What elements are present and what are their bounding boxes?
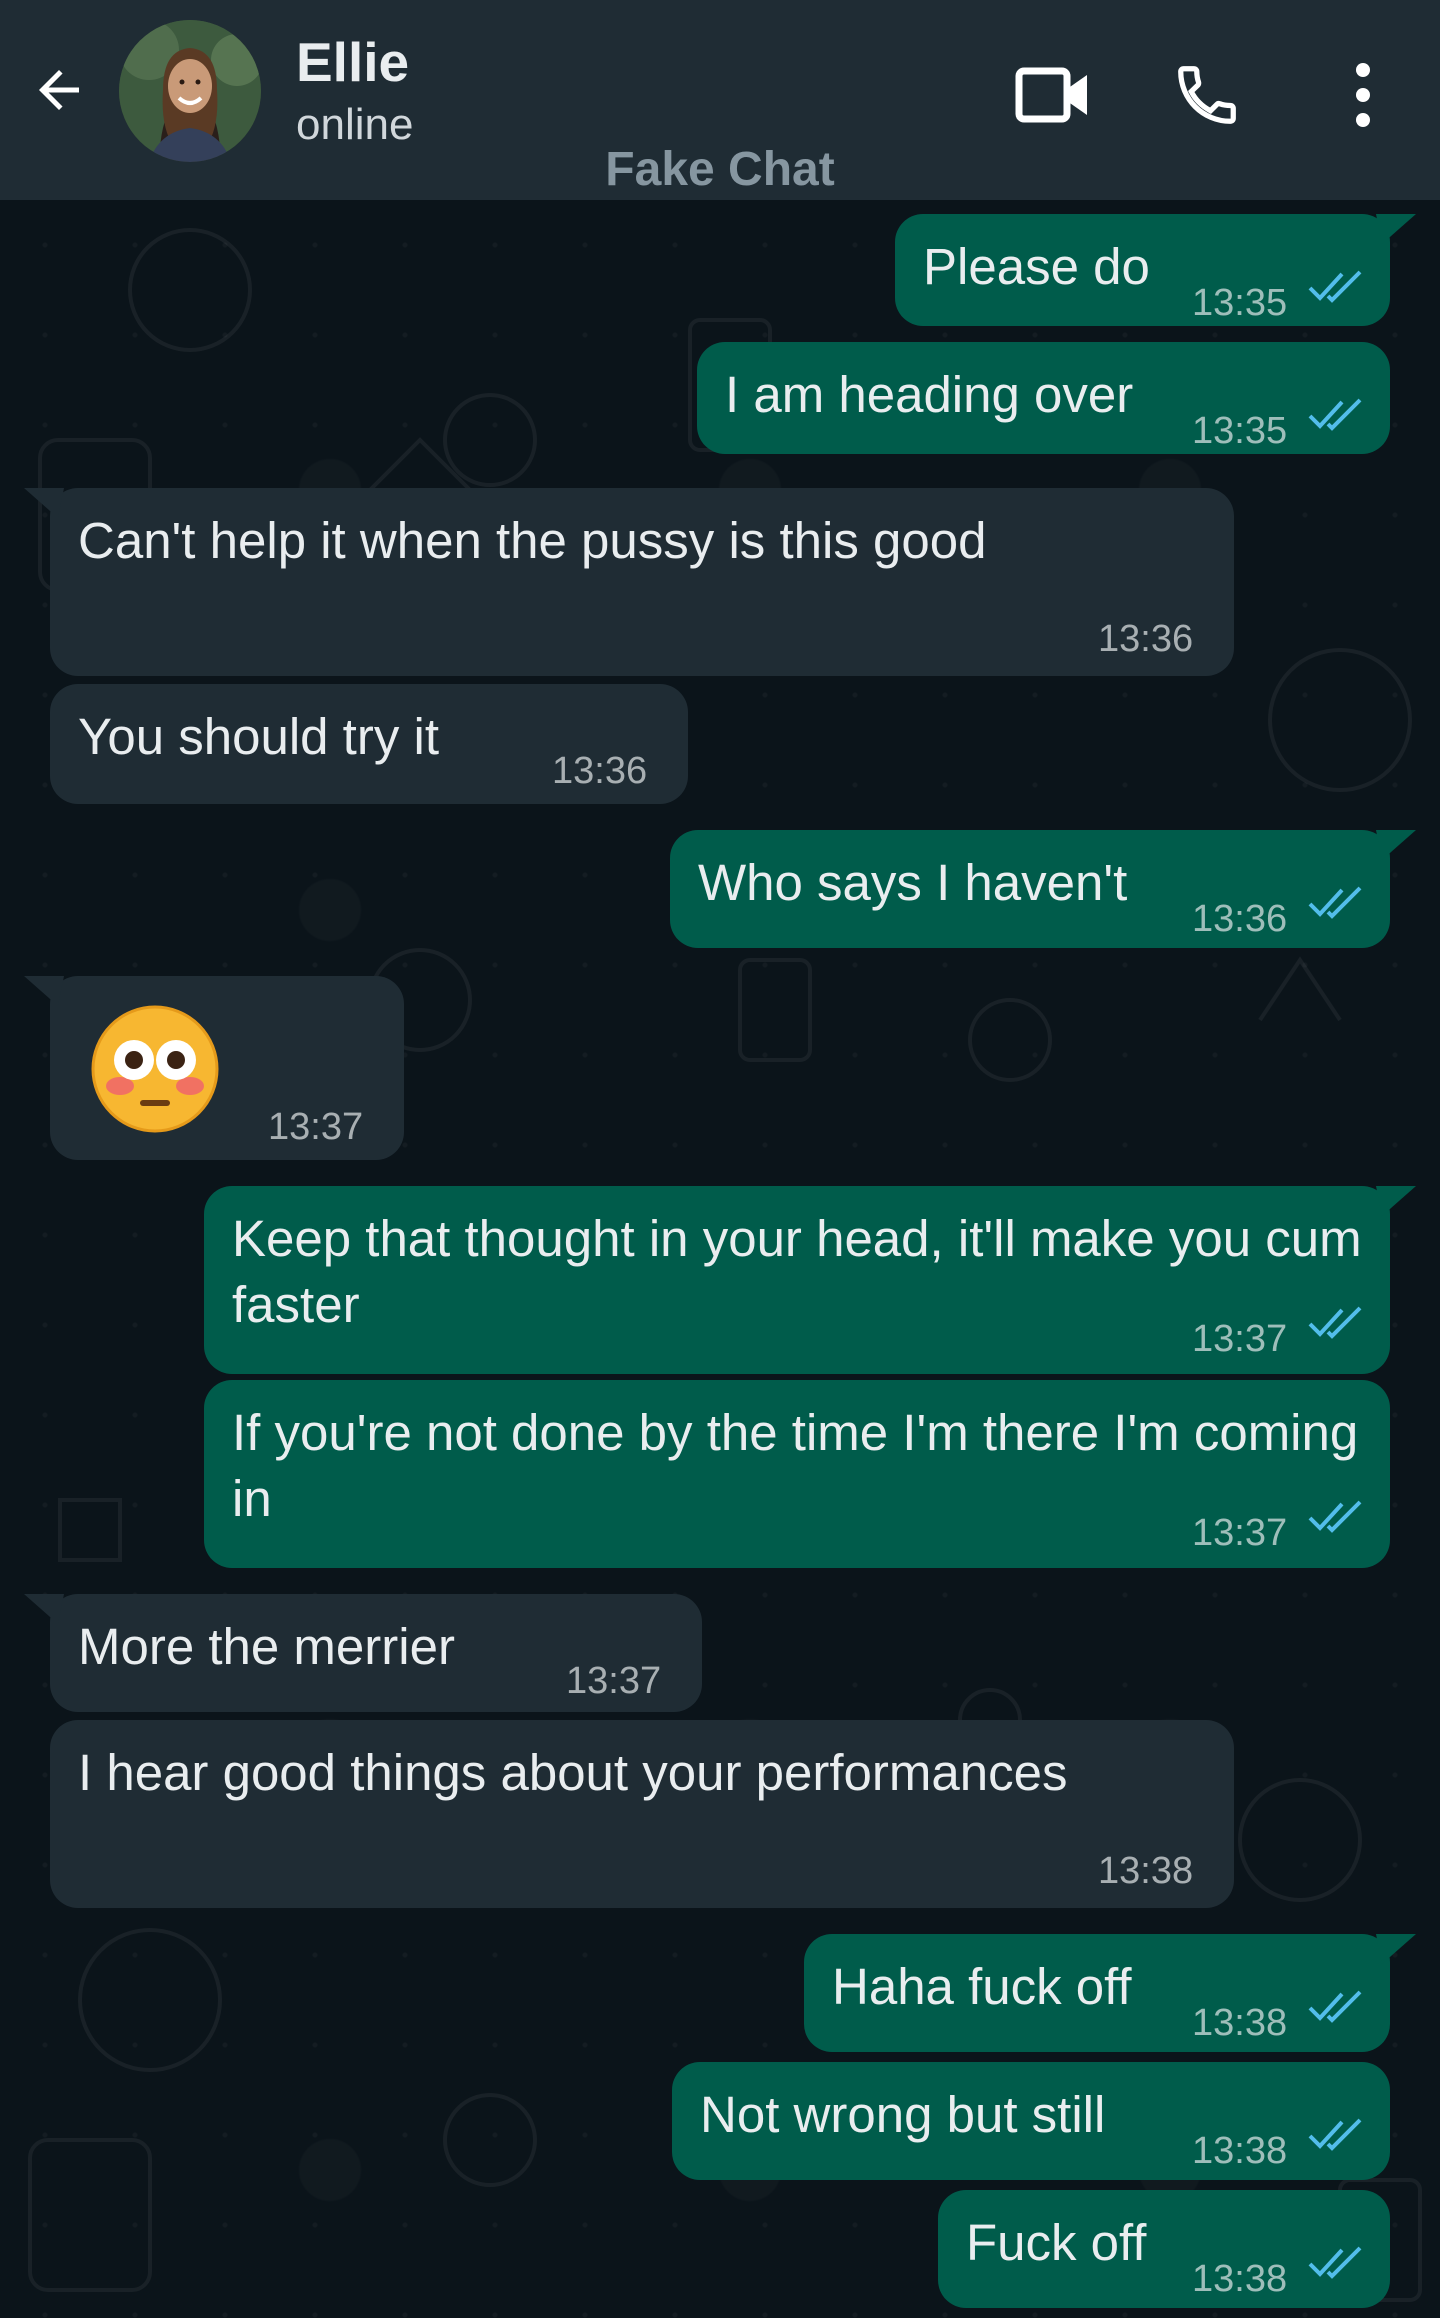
back-button[interactable]: [22, 50, 96, 130]
message-incoming[interactable]: More the merrier 13:37: [24, 1594, 702, 1712]
double-check-icon: [1308, 1500, 1362, 1533]
message-incoming[interactable]: You should try it 13:36: [50, 684, 688, 804]
message-time: 13:38: [1192, 2258, 1288, 2300]
bubble-tail: [24, 1594, 64, 1624]
bubble-tail: [1376, 1934, 1416, 1964]
message-time: 13:37: [566, 1660, 662, 1702]
message-time: 13:38: [1192, 2002, 1288, 2044]
video-call-button[interactable]: [1008, 50, 1098, 140]
message-outgoing[interactable]: Haha fuck off 13:38: [804, 1934, 1416, 2052]
message-text: I hear good things about your performanc…: [78, 1744, 1068, 1801]
bubble-tail: [24, 976, 64, 1006]
double-check-icon: [1308, 1990, 1362, 2023]
arrow-left-icon: [39, 70, 79, 110]
message-outgoing[interactable]: Keep that thought in your head, it'll ma…: [204, 1186, 1416, 1374]
message-time: 13:36: [1192, 898, 1288, 940]
message-time: 13:35: [1192, 410, 1288, 452]
phone-icon: [1178, 66, 1236, 124]
contact-name[interactable]: Ellie: [296, 30, 409, 94]
flushed-face-emoji: [91, 1005, 219, 1133]
message-time: 13:38: [1098, 1850, 1194, 1892]
bubble-tail: [1376, 214, 1416, 244]
message-incoming[interactable]: 13:37: [24, 976, 404, 1160]
contact-avatar[interactable]: [119, 20, 261, 162]
chat-area[interactable]: Please do 13:35 I am heading over 13:35 …: [0, 200, 1440, 2318]
double-check-icon: [1308, 398, 1362, 431]
message-time: 13:38: [1192, 2130, 1288, 2172]
bubble-tail: [1376, 830, 1416, 860]
video-camera-icon: [1015, 67, 1087, 123]
bubble-tail: [24, 488, 64, 518]
voice-call-button[interactable]: [1162, 50, 1252, 140]
message-time: 13:36: [552, 750, 648, 792]
message-time: 13:37: [1192, 1512, 1288, 1554]
double-check-icon: [1308, 2118, 1362, 2151]
avatar-photo: [119, 20, 261, 162]
message-time: 13:36: [1098, 618, 1194, 660]
message-text: Please do: [923, 238, 1150, 295]
more-vertical-icon: [1356, 63, 1370, 127]
message-time: 13:37: [268, 1106, 364, 1148]
message-outgoing[interactable]: Not wrong but still 13:38: [672, 2062, 1390, 2180]
message-text: Can't help it when the pussy is this goo…: [78, 512, 987, 569]
bubble-tail: [1376, 1186, 1416, 1216]
double-check-icon: [1308, 1306, 1362, 1339]
message-outgoing[interactable]: I am heading over 13:35: [697, 342, 1390, 454]
message-outgoing[interactable]: Who says I haven't 13:36: [670, 830, 1416, 948]
message-outgoing[interactable]: Fuck off 13:38: [938, 2190, 1390, 2308]
double-check-icon: [1308, 270, 1362, 303]
message-time: 13:35: [1192, 282, 1288, 324]
message-outgoing[interactable]: Please do 13:35: [895, 214, 1416, 326]
menu-button[interactable]: [1318, 50, 1408, 140]
message-incoming[interactable]: Can't help it when the pussy is this goo…: [24, 488, 1234, 676]
message-text: Fuck off: [966, 2214, 1147, 2271]
watermark-label: Fake Chat: [605, 143, 835, 196]
message-incoming[interactable]: I hear good things about your performanc…: [50, 1720, 1234, 1908]
message-outgoing[interactable]: If you're not done by the time I'm there…: [204, 1380, 1390, 1568]
message-time: 13:37: [1192, 1318, 1288, 1360]
double-check-icon: [1308, 886, 1362, 919]
chat-header: Ellie online Fake Chat: [0, 0, 1440, 200]
double-check-icon: [1308, 2246, 1362, 2279]
